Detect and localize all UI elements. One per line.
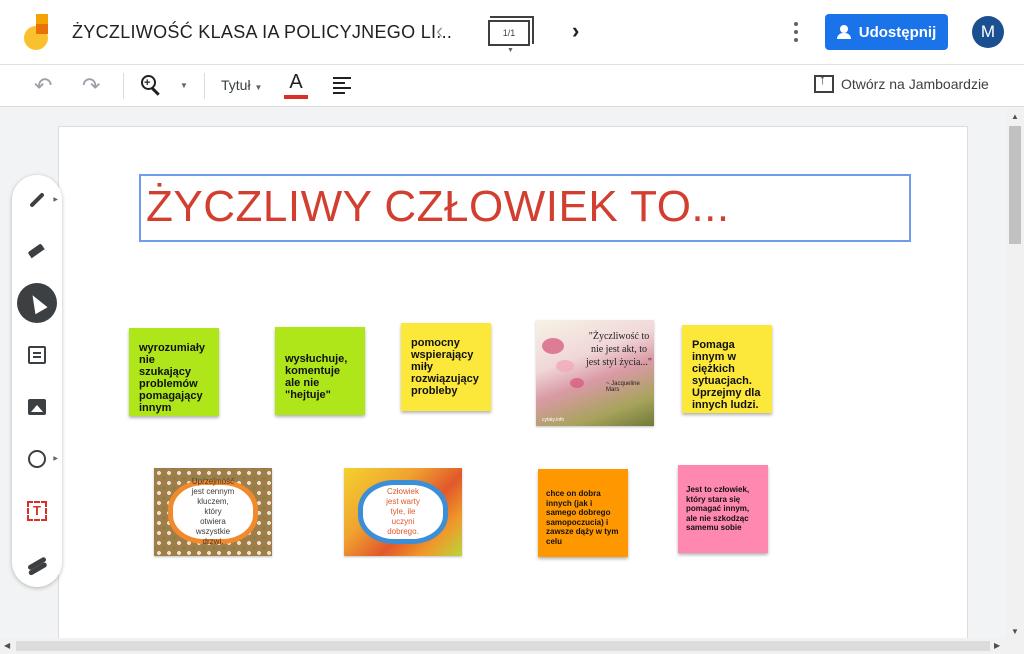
eraser-icon[interactable] — [17, 232, 57, 272]
goodness-quote-text: Człowiek jest warty tyle, ile uczyni dob… — [358, 480, 448, 544]
open-in-jamboard-label: Otwórz na Jamboardzie — [841, 76, 989, 92]
pen-icon[interactable] — [17, 180, 57, 220]
vertical-scroll-thumb[interactable] — [1009, 126, 1021, 244]
previous-frame-chevron-icon[interactable]: ‹ — [436, 18, 443, 44]
scroll-down-arrow-icon[interactable]: ▼ — [1011, 627, 1019, 636]
text-color-icon[interactable]: A — [283, 71, 309, 99]
scroll-right-arrow-icon[interactable]: ▶ — [994, 641, 1000, 650]
canvas-area: ŻYCZLIWY CZŁOWIEK TO... wyrozumiały nie … — [0, 108, 1006, 646]
sticky-note[interactable]: Jest to człowiek, który stara się pomaga… — [678, 465, 768, 553]
title-text-box[interactable]: ŻYCZLIWY CZŁOWIEK TO... — [139, 174, 911, 242]
image-icon[interactable] — [17, 387, 57, 427]
jam-board[interactable]: ŻYCZLIWY CZŁOWIEK TO... wyrozumiały nie … — [58, 126, 968, 646]
open-in-jamboard-icon — [814, 71, 834, 93]
next-frame-chevron-icon[interactable]: › — [572, 18, 579, 44]
frame-counter[interactable]: 1/1 — [488, 16, 534, 46]
person-icon — [836, 25, 851, 39]
flower-quote-author: ~ Jacqueline Mars — [606, 381, 640, 393]
scroll-up-arrow-icon[interactable]: ▲ — [1011, 112, 1019, 121]
undo-icon[interactable]: ↶ — [34, 73, 52, 99]
redo-icon[interactable]: ↷ — [82, 73, 100, 99]
open-in-jamboard-button[interactable]: Otwórz na Jamboardzie — [814, 71, 989, 93]
account-avatar[interactable]: M — [972, 16, 1004, 48]
text-box-icon[interactable]: T — [17, 491, 57, 531]
toolbar-divider — [204, 73, 205, 99]
flower-quote-image[interactable]: "Życzliwość to nie jest akt, to jest sty… — [536, 320, 654, 426]
toolbar-divider — [123, 73, 124, 99]
align-icon[interactable] — [333, 77, 351, 95]
font-style-caret-icon: ▼ — [254, 83, 263, 92]
tool-palette: ▶ ▶ T — [12, 175, 62, 587]
select-icon[interactable] — [17, 283, 57, 323]
font-style-select[interactable]: Tytuł ▼ — [221, 77, 262, 93]
board-title: ŻYCZLIWY CZŁOWIEK TO... — [146, 182, 730, 231]
share-button-label: Udostępnij — [858, 23, 937, 41]
flower-quote-text: "Życzliwość to nie jest akt, to jest sty… — [586, 331, 653, 368]
sticky-note-icon[interactable] — [17, 335, 57, 375]
document-title[interactable]: ŻYCZLIWOŚĆ KLASA IA POLICYJNEGO LI... — [72, 22, 452, 43]
top-bar: ŻYCZLIWOŚĆ KLASA IA POLICYJNEGO LI... ‹ … — [0, 0, 1024, 65]
shape-options-arrow-icon[interactable]: ▶ — [53, 455, 58, 462]
goodness-quote-image[interactable]: Człowiek jest warty tyle, ile uczyni dob… — [344, 468, 462, 556]
kindness-quote-image[interactable]: Uprzejmość jest cennym kluczem, który ot… — [154, 468, 272, 556]
share-button[interactable]: Udostępnij — [825, 14, 948, 50]
jamboard-logo-icon[interactable] — [24, 14, 50, 50]
sticky-note[interactable]: chce on dobra innych (jak i samego dobre… — [538, 469, 628, 557]
frame-bar-caret-icon[interactable]: ▼ — [507, 47, 514, 54]
zoom-dropdown-caret-icon[interactable]: ▼ — [180, 81, 188, 90]
more-options-icon[interactable] — [789, 20, 803, 44]
font-style-label: Tytuł — [221, 77, 251, 93]
horizontal-scroll-thumb[interactable] — [16, 641, 990, 651]
vertical-scrollbar[interactable]: ▲ ▼ — [1006, 108, 1024, 638]
sticky-note[interactable]: wyrozumiały nie szukający problemów poma… — [129, 328, 219, 416]
scroll-left-arrow-icon[interactable]: ◀ — [4, 641, 10, 650]
toolbar: ↶ ↷ + ▼ Tytuł ▼ A Otwórz na Jamboardzie — [0, 65, 1024, 107]
pen-options-arrow-icon[interactable]: ▶ — [53, 196, 58, 203]
sticky-note[interactable]: pomocny wspierający miły rozwiązujący pr… — [401, 323, 491, 411]
kindness-quote-text: Uprzejmość jest cennym kluczem, który ot… — [168, 477, 258, 546]
flower-quote-signature: cytaty.info — [542, 417, 565, 423]
circle-icon[interactable] — [17, 439, 57, 479]
laser-icon[interactable] — [17, 543, 57, 583]
horizontal-scrollbar[interactable]: ◀ ▶ — [0, 638, 1024, 654]
zoom-icon[interactable]: + — [141, 75, 163, 97]
sticky-note[interactable]: Pomaga innym w ciężkich sytuacjach. Uprz… — [682, 325, 772, 413]
sticky-note[interactable]: wysłuchuje, komentuje ale nie "hejtuje" — [275, 327, 365, 415]
